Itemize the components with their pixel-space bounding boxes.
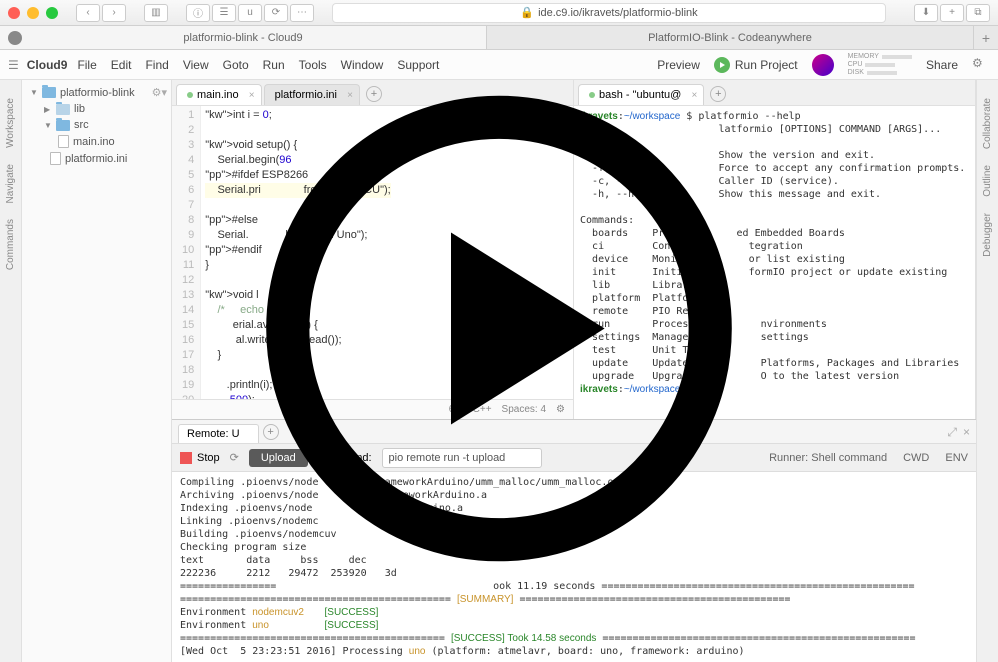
u-button[interactable]: u <box>238 4 262 22</box>
github-icon <box>8 31 22 45</box>
resource-meters: MEMORY CPU DISK <box>848 53 912 77</box>
play-icon <box>714 57 730 73</box>
console-output[interactable]: Compiling .pioenvs/node /FrameworkArduin… <box>172 472 976 662</box>
tab-terminal[interactable]: bash - "ubuntu@ × <box>578 84 704 105</box>
terminal-pane: bash - "ubuntu@ × + ikravets:~/workspace… <box>574 80 976 419</box>
menu-items: File Edit Find View Goto Run Tools Windo… <box>77 58 439 72</box>
runner-label[interactable]: Runner: Shell command <box>769 452 887 464</box>
command-input[interactable]: pio remote run -t upload <box>382 448 542 468</box>
menu-view[interactable]: View <box>183 58 209 72</box>
reader-button[interactable]: ☰ <box>212 4 236 22</box>
tree-main-ino[interactable]: main.ino <box>22 133 171 150</box>
tree-platformio-ini[interactable]: platformio.ini <box>22 150 171 167</box>
cwd-button[interactable]: CWD <box>903 452 929 464</box>
indent-mode[interactable]: Spaces: 4 <box>502 404 546 415</box>
nav-buttons: ‹ › <box>76 4 126 22</box>
stop-icon <box>180 452 192 464</box>
add-console-icon[interactable]: + <box>263 424 279 440</box>
command-label: Command: <box>318 452 372 464</box>
rail-outline[interactable]: Outline <box>982 165 993 197</box>
env-button[interactable]: ENV <box>945 452 968 464</box>
rail-workspace[interactable]: Workspace <box>5 98 16 148</box>
menu-window[interactable]: Window <box>341 58 384 72</box>
close-window-icon[interactable] <box>8 7 20 19</box>
stop-button[interactable]: Stop <box>180 452 220 464</box>
tab-platformio-ini[interactable]: platformio.ini × <box>264 84 360 105</box>
console-expand-icon[interactable]: ⤢ <box>947 425 957 440</box>
tree-src[interactable]: ▼ src <box>22 117 171 133</box>
left-rail: Workspace Navigate Commands <box>0 80 22 662</box>
menu-goto[interactable]: Goto <box>223 58 249 72</box>
console-tab-remote[interactable]: Remote: U <box>178 424 259 443</box>
rail-debugger[interactable]: Debugger <box>982 213 993 257</box>
add-tab-icon[interactable]: + <box>366 86 382 102</box>
avatar[interactable] <box>812 54 834 76</box>
browser-chrome: ‹ › ▥ ⓘ ☰ u ⟳ ⋯ 🔒 ide.c9.io/ikravets/pla… <box>0 0 998 26</box>
menu-bar: ☰ Cloud9 File Edit Find View Goto Run To… <box>0 50 998 80</box>
settings-icon[interactable]: ⚙ <box>972 56 990 74</box>
add-tab-button[interactable]: + <box>940 4 964 22</box>
editor-status: 6:7 C++ Spaces: 4 ⚙ <box>172 399 573 419</box>
rail-collaborate[interactable]: Collaborate <box>982 98 993 149</box>
tree-lib[interactable]: ▶ lib <box>22 101 171 117</box>
address-bar[interactable]: 🔒 ide.c9.io/ikravets/platformio-blink <box>332 3 886 23</box>
right-rail: Collaborate Outline Debugger <box>976 80 998 662</box>
browser-tab-cloud9[interactable]: platformio-blink - Cloud9 <box>0 26 487 49</box>
menu-run[interactable]: Run <box>263 58 285 72</box>
download-button[interactable]: ⬇ <box>914 4 938 22</box>
menu-tools[interactable]: Tools <box>299 58 327 72</box>
menu-edit[interactable]: Edit <box>111 58 132 72</box>
rail-commands[interactable]: Commands <box>5 219 16 270</box>
minimize-window-icon[interactable] <box>27 7 39 19</box>
status-gear-icon[interactable]: ⚙ <box>556 404 565 415</box>
lock-icon: 🔒 <box>520 6 534 19</box>
lang-mode[interactable]: C++ <box>473 404 492 415</box>
add-terminal-icon[interactable]: + <box>710 86 726 102</box>
tree-settings-icon[interactable]: ⚙▾ <box>152 86 167 99</box>
tree-root[interactable]: ▼ platformio-blink ⚙▾ <box>22 84 171 101</box>
close-tab-icon[interactable]: × <box>692 90 698 101</box>
run-project-button[interactable]: Run Project <box>714 57 798 73</box>
close-tab-icon[interactable]: × <box>347 90 353 101</box>
share-button[interactable]: Share <box>926 58 958 72</box>
tabs-button[interactable]: ⧉ <box>966 4 990 22</box>
url-text: ide.c9.io/ikravets/platformio-blink <box>538 7 698 19</box>
menu-file[interactable]: File <box>77 58 96 72</box>
tab-main-ino[interactable]: main.ino × <box>176 84 262 105</box>
terminal-icon <box>589 92 595 98</box>
rail-navigate[interactable]: Navigate <box>5 164 16 203</box>
browser-tabs: platformio-blink - Cloud9 PlatformIO-Bli… <box>0 26 998 50</box>
close-tab-icon[interactable]: × <box>249 90 255 101</box>
cloud9-logo: Cloud9 <box>27 58 68 72</box>
console-panel: Remote: U + ⤢ × Stop ⟳ Upload Command: p… <box>172 419 976 662</box>
console-close-icon[interactable]: × <box>963 425 970 440</box>
preview-button[interactable]: Preview <box>657 58 700 72</box>
menu-support[interactable]: Support <box>397 58 439 72</box>
menu-find[interactable]: Find <box>145 58 168 72</box>
hamburger-icon[interactable]: ☰ <box>8 58 19 72</box>
info-button[interactable]: ⓘ <box>186 4 210 22</box>
browser-tab-codeanywhere[interactable]: PlatformIO-Blink - Codeanywhere <box>487 26 974 49</box>
code-editor[interactable]: 123456789101112131415161718192021 "kw">i… <box>172 106 573 399</box>
upload-button[interactable]: Upload <box>249 449 308 467</box>
forward-button[interactable]: › <box>102 4 126 22</box>
restart-icon[interactable]: ⟳ <box>230 451 239 464</box>
window-controls <box>8 7 58 19</box>
panel-toggle[interactable]: ▥ <box>144 4 168 22</box>
more-button[interactable]: ⋯ <box>290 4 314 22</box>
new-tab-button[interactable]: + <box>974 26 998 49</box>
editor-pane: main.ino × platformio.ini × + 1234567891… <box>172 80 574 419</box>
reload-button[interactable]: ⟳ <box>264 4 288 22</box>
file-tree: ▼ platformio-blink ⚙▾ ▶ lib ▼ src main.i… <box>22 80 172 662</box>
cursor-pos: 6:7 <box>449 404 463 415</box>
back-button[interactable]: ‹ <box>76 4 100 22</box>
modified-icon <box>187 92 193 98</box>
maximize-window-icon[interactable] <box>46 7 58 19</box>
terminal[interactable]: ikravets:~/workspace $ platformio --help… <box>574 106 975 419</box>
